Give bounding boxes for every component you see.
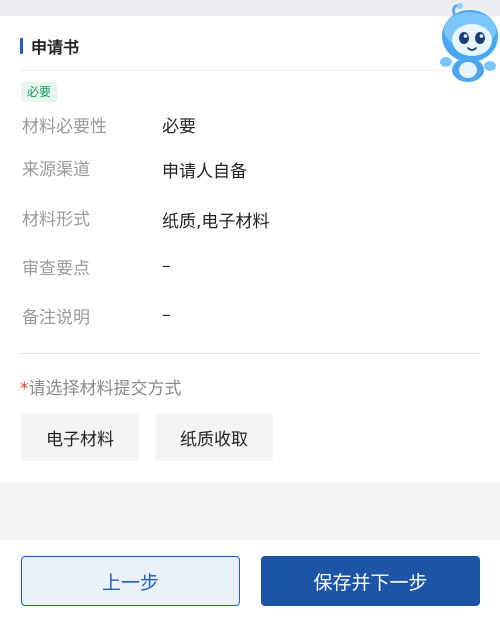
section-accent-bar (20, 38, 23, 54)
detail-value: – (162, 305, 171, 325)
detail-label: 材料形式 (22, 210, 90, 230)
option-paper-button[interactable]: 纸质收取 (155, 413, 273, 461)
section-header: 申请书 (20, 36, 80, 57)
detail-label: 审查要点 (22, 259, 90, 279)
bottom-action-bar: 上一步 保存并下一步 (0, 540, 500, 620)
detail-value: 必要 (162, 117, 196, 137)
header-divider (20, 70, 480, 71)
detail-value: – (162, 256, 171, 276)
detail-label: 来源渠道 (22, 160, 90, 180)
required-tag: 必要 (21, 82, 58, 102)
material-card: 申请书 必要 材料必要性 必要 来源渠道 申请人自备 材料形式 纸质,电子材料 … (0, 16, 500, 482)
detail-label: 备注说明 (22, 308, 90, 328)
detail-value: 申请人自备 (162, 162, 247, 182)
option-electronic-button[interactable]: 电子材料 (21, 413, 139, 461)
submit-method-prompt: *请选择材料提交方式 (20, 374, 182, 399)
top-strip (0, 0, 500, 16)
save-and-next-button[interactable]: 保存并下一步 (261, 556, 480, 606)
section-title: 申请书 (31, 38, 80, 57)
section-divider (20, 353, 480, 354)
required-asterisk: * (20, 379, 29, 399)
detail-value: 纸质,电子材料 (162, 212, 270, 232)
mascot-character-icon (440, 3, 498, 82)
detail-label: 材料必要性 (22, 117, 107, 137)
previous-step-button[interactable]: 上一步 (21, 556, 240, 606)
submit-method-label: 请选择材料提交方式 (28, 379, 182, 399)
